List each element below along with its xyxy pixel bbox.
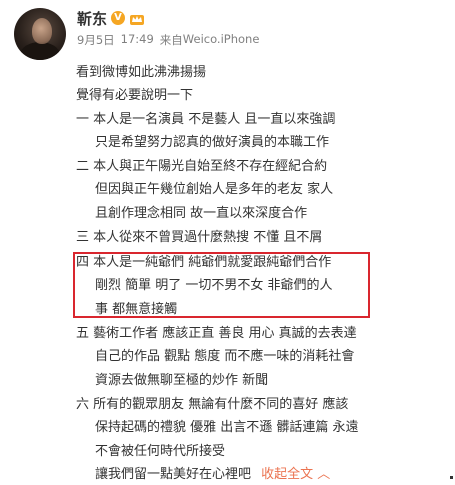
collapse-full-text-link[interactable]: 收起全文 ︿	[261, 467, 330, 482]
user-avatar[interactable]	[14, 8, 66, 60]
content-line: 不會被任何時代所接受	[95, 444, 226, 459]
content-line: 事 都無意接觸	[95, 302, 178, 317]
user-name[interactable]: 靳东	[77, 8, 107, 29]
content-line: 覺得有必要說明一下	[76, 88, 194, 103]
vip-crown-icon[interactable]	[129, 11, 145, 25]
content-line: 但因與正午幾位創始人是多年的老友 家人	[95, 182, 334, 197]
content-line: 資源去做無聊至極的炒作 新聞	[95, 373, 269, 388]
content-line: 三 本人從來不曾買過什麼熱搜 不懂 且不屑	[76, 230, 323, 245]
post-source[interactable]: Weico.iPhone	[183, 32, 260, 48]
content-line: 自己的作品 觀點 態度 而不應一味的消耗社會	[95, 349, 355, 364]
content-line: 二 本人與正午陽光自始至終不存在經紀合約	[76, 159, 328, 174]
avatar-shoulder	[20, 42, 60, 60]
content-line: 剛烈 簡單 明了 一切不男不女 非爺們的人	[95, 278, 333, 293]
content-line: 五 藝術工作者 應該正直 善良 用心 真誠的去表達	[76, 326, 357, 341]
weibo-post: 靳东 V 9月5日 17:49 来自 Weico.iPhone 看到微博如此沸沸…	[0, 0, 455, 485]
content-line: 保持起碼的禮貌 優雅 出言不遜 髒話連篇 永遠	[95, 420, 359, 435]
verified-v-icon: V	[111, 11, 126, 25]
content-line: 六 所有的觀眾朋友 無論有什麼不同的喜好 應該	[76, 397, 349, 412]
content-line: 四 本人是一純爺們 純爺們就愛跟純爺們合作	[76, 255, 332, 270]
post-source-prefix: 来自	[159, 33, 183, 47]
stray-dot	[450, 476, 453, 479]
name-row: 靳东 V	[77, 8, 145, 28]
post-time[interactable]: 17:49	[121, 32, 154, 48]
content-line-last: 讓我們留一點美好在心裡吧 收起全文 ︿	[95, 466, 330, 484]
post-meta: 9月5日 17:49 来自 Weico.iPhone	[77, 32, 259, 48]
content-line: 且創作理念相同 故一直以來深度合作	[95, 206, 308, 221]
content-line: 只是希望努力認真的做好演員的本職工作	[95, 135, 330, 150]
post-date[interactable]: 9月5日	[77, 32, 115, 48]
vip-crown-icon-svg	[130, 15, 145, 25]
content-line: 看到微博如此沸沸揚揚	[76, 65, 207, 80]
avatar-face	[32, 18, 52, 44]
content-line: 一 本人是一名演員 不是藝人 且一直以來強調	[76, 112, 336, 127]
content-line-text: 讓我們留一點美好在心裡吧	[95, 467, 252, 482]
